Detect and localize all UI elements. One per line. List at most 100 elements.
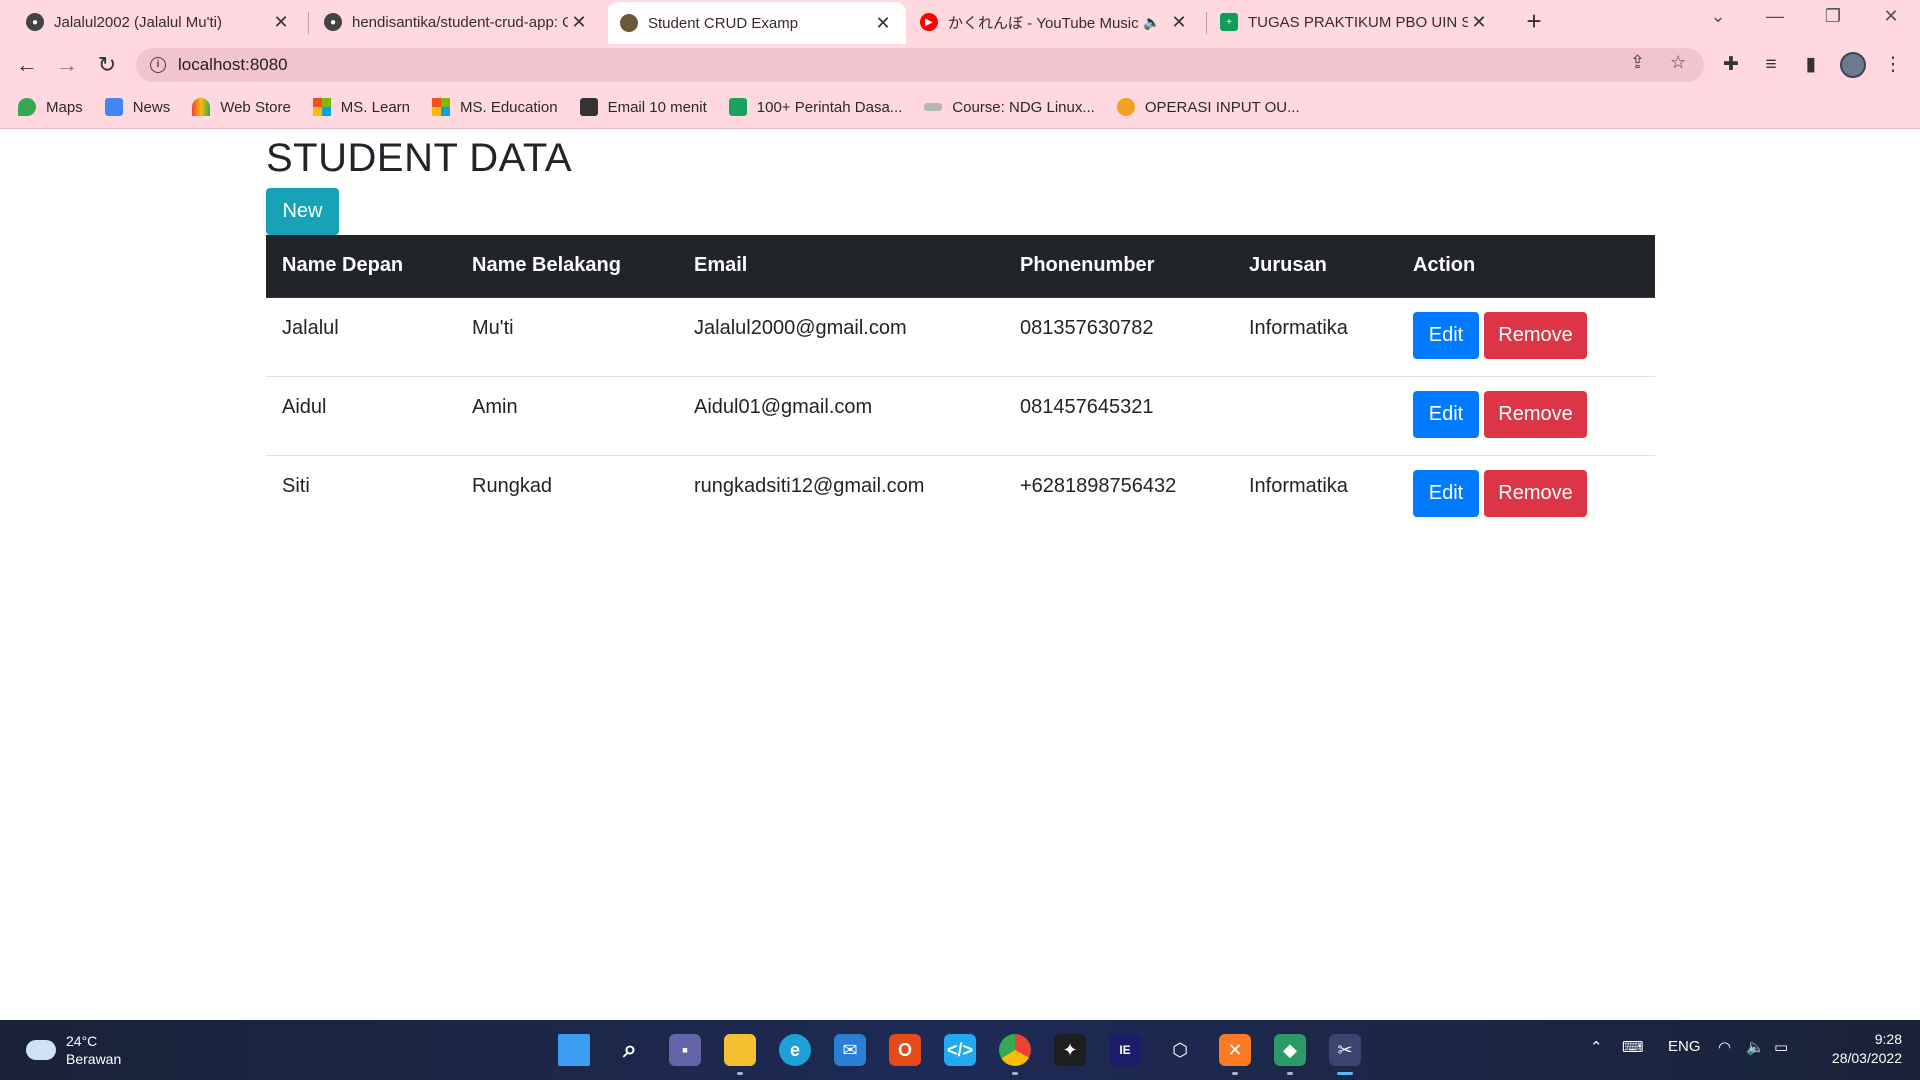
restore-icon[interactable]: ❐ <box>1818 6 1848 27</box>
bookmark-label: OPERASI INPUT OU... <box>1144 98 1300 116</box>
profile-avatar[interactable] <box>1840 52 1866 78</box>
table-row: Siti Rungkad rungkadsiti12@gmail.com +62… <box>266 455 1655 534</box>
extensions-icon[interactable]: ✚ <box>1718 52 1744 78</box>
browser-toolbar: ← → ↻ i localhost:8080 ⇪ ☆ ✚ ≡ ▮ ⋮ <box>0 46 1920 84</box>
tab-strip: ● Jalalul2002 (Jalalul Mu'ti) ✕ ● hendis… <box>0 0 1920 44</box>
close-icon[interactable]: ✕ <box>270 12 292 33</box>
bookmark-email-10-menit[interactable]: Email 10 menit <box>579 98 707 116</box>
close-icon[interactable]: ✕ <box>872 13 894 34</box>
menu-icon[interactable]: ⋮ <box>1880 52 1906 78</box>
share-icon[interactable]: ⇪ <box>1630 52 1645 73</box>
cell-jurusan <box>1233 376 1397 456</box>
close-icon[interactable]: ✕ <box>1468 12 1490 33</box>
cell-action: Edit Remove <box>1397 455 1655 534</box>
bookmarks-bar: Maps News Web Store MS. Learn MS. Educat… <box>0 92 1920 122</box>
office-icon[interactable]: O <box>889 1034 921 1066</box>
window-close-icon[interactable]: ✕ <box>1876 6 1906 27</box>
bookmark-news[interactable]: News <box>104 98 170 116</box>
bookmark-ms-learn[interactable]: MS. Learn <box>312 98 410 116</box>
cell-phonenumber: 081357630782 <box>1004 297 1233 377</box>
web-store-icon <box>192 98 211 116</box>
main-container: STUDENT DATA New Name Depan Name Belakan… <box>266 130 1655 517</box>
intellij-icon[interactable]: IE <box>1109 1034 1141 1066</box>
tab-search-icon[interactable]: ⌄ <box>1703 6 1733 27</box>
volume-icon[interactable]: 🔈 <box>1746 1038 1765 1056</box>
cell-action: Edit Remove <box>1397 376 1655 456</box>
tab-student-crud[interactable]: Student CRUD Examp ✕ <box>608 2 906 44</box>
vscode-icon[interactable]: </> <box>944 1034 976 1066</box>
figma-icon[interactable]: ✦ <box>1054 1034 1086 1066</box>
running-indicator <box>1232 1072 1238 1075</box>
bookmark-web-store[interactable]: Web Store <box>192 98 291 116</box>
back-icon[interactable]: ← <box>12 50 42 80</box>
search-icon[interactable]: ⌕ <box>614 1034 646 1066</box>
input-language[interactable]: ENG <box>1668 1038 1701 1055</box>
leaf-icon <box>728 98 747 116</box>
wifi-icon[interactable]: ◠ <box>1718 1038 1731 1056</box>
close-icon[interactable]: ✕ <box>568 12 590 33</box>
github-icon: ● <box>324 13 342 31</box>
cell-jurusan: Informatika <box>1249 474 1348 497</box>
cell-email: rungkadsiti12@gmail.com <box>694 474 925 497</box>
xampp-icon[interactable]: ✕ <box>1219 1034 1251 1066</box>
bookmark-ndg-linux[interactable]: Course: NDG Linux... <box>924 99 1095 116</box>
cell-name-belakang: Rungkad <box>472 474 553 497</box>
bookmark-maps[interactable]: Maps <box>18 98 83 116</box>
new-button[interactable]: New <box>266 188 339 235</box>
edit-button[interactable]: Edit <box>1413 390 1479 438</box>
tab-youtube-music[interactable]: ▶ かくれんぼ - YouTube Music 🔈 ✕ <box>908 4 1202 40</box>
media-control-icon[interactable]: ≡ <box>1758 52 1784 78</box>
bookmark-perintah-dasar[interactable]: 100+ Perintah Dasa... <box>728 98 902 116</box>
bookmark-label: MS. Education <box>460 98 558 116</box>
column-header-name-depan: Name Depan <box>266 235 456 298</box>
bookmark-label: Course: NDG Linux... <box>952 98 1095 116</box>
cell-name-belakang: Mu'ti <box>456 297 678 377</box>
address-bar[interactable]: i localhost:8080 <box>136 48 1704 82</box>
mail-icon[interactable]: ✉ <box>834 1034 866 1066</box>
windows-start-icon[interactable] <box>558 1034 590 1066</box>
close-icon[interactable]: ✕ <box>1168 12 1190 33</box>
address-url[interactable]: localhost:8080 <box>178 55 288 75</box>
battery-icon[interactable]: ▭ <box>1774 1038 1788 1056</box>
bookmark-star-icon[interactable]: ☆ <box>1670 52 1686 73</box>
cell-name-depan: Aidul <box>266 376 456 456</box>
bookmark-label: Maps <box>46 98 83 116</box>
email-10-icon <box>579 98 598 116</box>
tab-title: かくれんぼ - YouTube Music <box>948 14 1139 32</box>
keyboard-icon[interactable]: ⌨ <box>1622 1038 1644 1056</box>
cisco-icon <box>924 103 943 111</box>
snipping-tool-icon[interactable]: ✂ <box>1329 1034 1361 1066</box>
edit-button[interactable]: Edit <box>1413 311 1479 359</box>
bookmark-ms-education[interactable]: MS. Education <box>432 98 558 116</box>
git-tool-icon[interactable]: ◆ <box>1274 1034 1306 1066</box>
running-indicator <box>737 1072 743 1075</box>
bookmark-operasi-input[interactable]: OPERASI INPUT OU... <box>1116 98 1300 116</box>
remove-button[interactable]: Remove <box>1484 311 1587 359</box>
side-panel-icon[interactable]: ▮ <box>1798 52 1824 78</box>
reload-icon[interactable]: ↻ <box>92 50 122 80</box>
virtualbox-icon[interactable]: ⬡ <box>1164 1034 1196 1066</box>
forward-icon[interactable]: → <box>52 50 82 80</box>
chrome-icon[interactable] <box>999 1034 1031 1066</box>
new-tab-button[interactable]: + <box>1520 8 1548 36</box>
system-clock[interactable]: 9:28 28/03/2022 <box>1812 1030 1902 1068</box>
tab-github-repo[interactable]: ● hendisantika/student-crud-app: C ✕ <box>312 4 602 40</box>
microsoft-icon <box>432 98 450 116</box>
info-icon[interactable]: i <box>150 57 166 73</box>
maps-icon <box>18 98 36 116</box>
column-header-name-belakang: Name Belakang <box>456 235 678 298</box>
cell-action: Edit Remove <box>1397 297 1655 377</box>
file-explorer-icon[interactable] <box>724 1034 756 1066</box>
edge-icon[interactable]: e <box>779 1034 811 1066</box>
tab-google-sheets[interactable]: + TUGAS PRAKTIKUM PBO UIN SGD ✕ <box>1208 4 1502 40</box>
tab-github-profile[interactable]: ● Jalalul2002 (Jalalul Mu'ti) ✕ <box>14 4 304 40</box>
speaker-icon[interactable]: 🔈 <box>1142 14 1162 31</box>
teams-chat-icon[interactable]: ▪ <box>669 1034 701 1066</box>
remove-button[interactable]: Remove <box>1484 469 1587 517</box>
remove-button[interactable]: Remove <box>1484 390 1587 438</box>
chevron-up-icon[interactable]: ⌃ <box>1590 1038 1603 1056</box>
weather-widget[interactable]: 24°C Berawan <box>26 1032 121 1068</box>
microsoft-icon <box>312 98 331 116</box>
edit-button[interactable]: Edit <box>1413 469 1479 517</box>
minimize-icon[interactable]: — <box>1760 6 1790 27</box>
